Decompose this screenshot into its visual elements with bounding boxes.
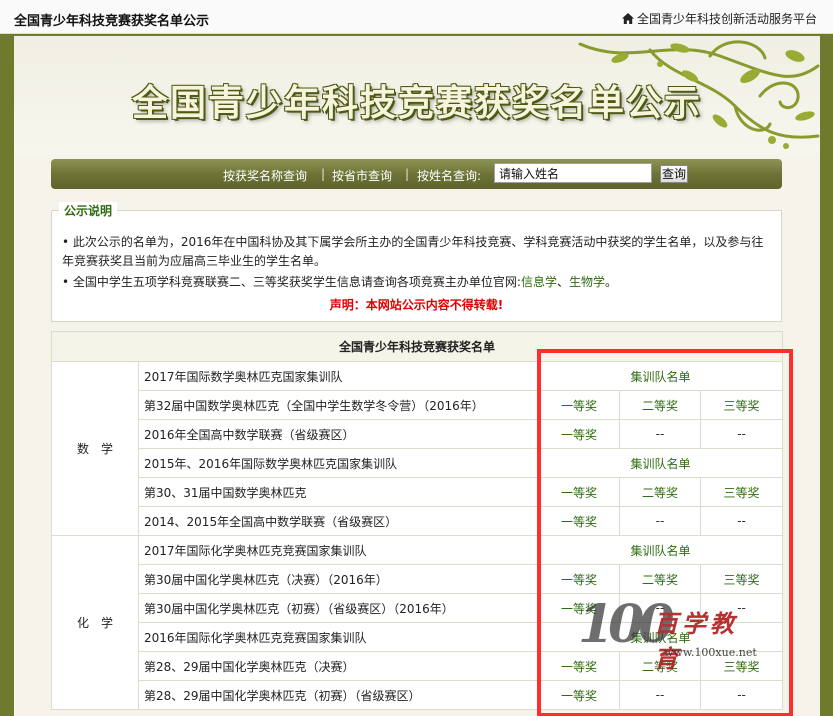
search-by-name-label: 按姓名查询:: [417, 169, 482, 183]
competition-name: 第30、31届中国数学奥林匹克: [138, 477, 539, 507]
competition-name: 第28、29届中国化学奥林匹克（决赛）: [138, 651, 539, 681]
subject-cell: 数学: [51, 361, 139, 536]
competition-name: 2016年国际化学奥林匹克竞赛国家集训队: [138, 622, 539, 652]
notice-box: • 此次公示的名单为，2016年在中国科协及其下属学会所主办的全国青少年科技竞赛…: [51, 210, 782, 322]
watermark-url: www.100xue.net: [664, 646, 757, 659]
search-separator: |: [405, 167, 410, 181]
reprint-warning: 声明：本网站公示内容不得转载!: [329, 298, 504, 312]
watermark-brand: 百学教育: [654, 610, 738, 673]
search-by-region-link[interactable]: 按省市查询: [332, 167, 392, 184]
competition-name: 2014、2015年全国高中数学联赛（省级赛区）: [138, 506, 539, 536]
biology-link[interactable]: 生物学: [569, 275, 605, 289]
notice-paragraph-2-text: • 全国中学生五项学科竞赛联赛二、三等奖获奖学生信息请查询各项竞赛主办单位官网:: [62, 275, 521, 289]
competition-name: 2015年、2016年国际数学奥林匹克国家集训队: [138, 448, 539, 478]
banner: 全国青少年科技竞赛获奖名单公示: [14, 36, 820, 154]
competition-name: 第32届中国数学奥林匹克（全国中学生数学冬令营）（2016年）: [138, 390, 539, 420]
search-by-award-link[interactable]: 按获奖名称查询: [223, 167, 307, 184]
home-icon: [621, 13, 634, 24]
search-button[interactable]: 查询: [660, 165, 688, 183]
platform-link[interactable]: 全国青少年科技创新活动服务平台: [621, 10, 817, 27]
notice-separator: 、: [556, 275, 569, 289]
subject-cell: 化学: [51, 535, 139, 710]
watermark: 100 百学教育 www.100xue.net: [578, 594, 758, 673]
notice-suffix: 。: [605, 275, 618, 289]
site-title: 全国青少年科技竞赛获奖名单公示: [14, 14, 210, 29]
competition-name: 第30届中国化学奥林匹克（初赛）（省级赛区）（2016年）: [138, 593, 539, 623]
competition-name: 2016年全国高中数学联赛（省级赛区）: [138, 419, 539, 449]
platform-label: 全国青少年科技创新活动服务平台: [636, 12, 817, 26]
search-separator: |: [321, 167, 326, 181]
vine-decoration: [578, 40, 820, 149]
informatics-link[interactable]: 信息学: [521, 275, 557, 289]
top-bar: 全国青少年科技竞赛获奖名单公示 全国青少年科技创新活动服务平台: [0, 0, 833, 34]
notice-paragraph-1: • 此次公示的名单为，2016年在中国科协及其下属学会所主办的全国青少年科技竞赛…: [62, 235, 764, 268]
competition-name: 2017年国际数学奥林匹克国家集训队: [138, 361, 539, 391]
notice-paragraph-2: • 全国中学生五项学科竞赛联赛二、三等奖获奖学生信息请查询各项竞赛主办单位官网:…: [62, 273, 774, 292]
competition-name: 2017年国际化学奥林匹克竞赛国家集训队: [138, 535, 539, 565]
competition-name: 第30届中国化学奥林匹克（决赛）（2016年）: [138, 564, 539, 594]
notice-legend: 公示说明: [59, 202, 118, 219]
competition-name: 第28、29届中国化学奥林匹克（初赛）（省级赛区）: [138, 680, 539, 710]
name-search-input[interactable]: [494, 163, 652, 183]
